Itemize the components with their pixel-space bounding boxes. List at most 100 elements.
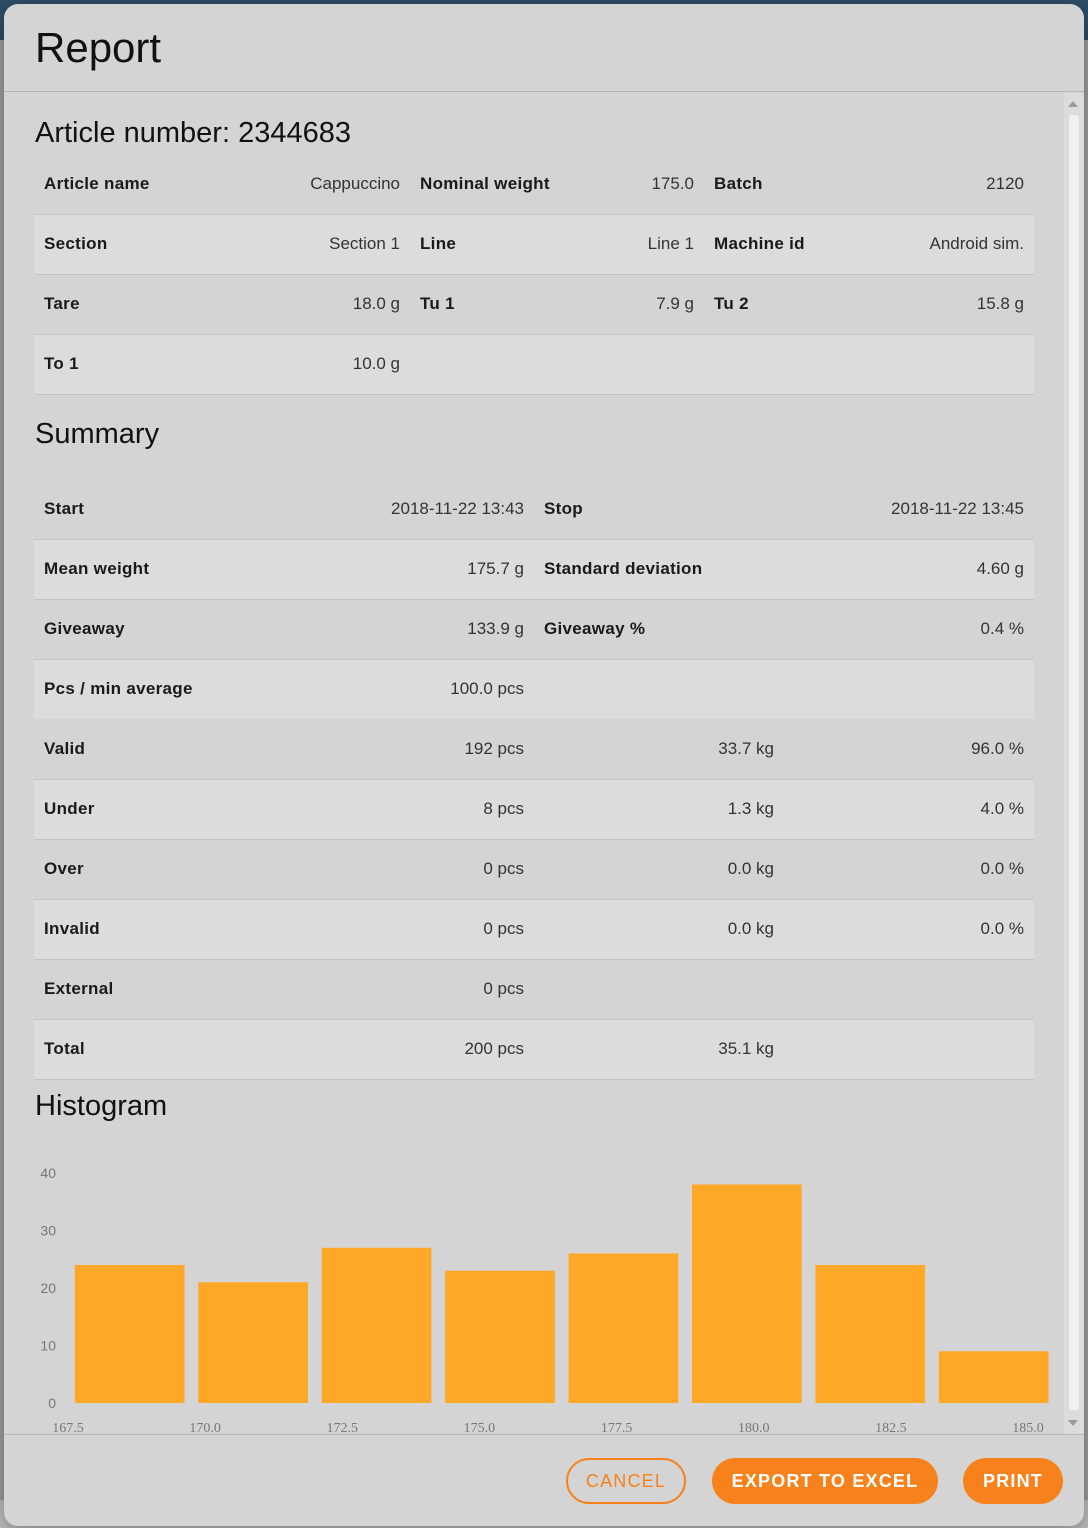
x-tick-label: 180.0: [738, 1421, 770, 1434]
field-value: 15.8 g: [864, 274, 1034, 335]
count-pieces: 0 pcs: [234, 839, 534, 900]
table-row: Start 2018-11-22 13:43 Stop 2018-11-22 13:4…: [34, 479, 1034, 540]
summary-count-table: Valid 192 pcs 33.7 kg 96.0 % Under 8 pcs 1.3 k…: [34, 719, 1034, 1080]
field-label: Nominal weight: [410, 154, 570, 215]
x-tick-label: 175.0: [464, 1421, 496, 1434]
table-row: Over 0 pcs 0.0 kg 0.0 %: [34, 839, 1034, 900]
dialog-title: Report: [35, 24, 162, 71]
histogram-chart: 0 10 20 30 40 167.5 170.0 172.5 175.0 177.5 180.0 1…: [40, 1165, 1049, 1434]
field-value: [864, 334, 1034, 395]
report-dialog: Report Article number: 2344683 Article n…: [4, 4, 1084, 1526]
content-scrollbar[interactable]: [1064, 93, 1084, 1434]
field-value: [734, 659, 1034, 720]
histogram-heading: Histogram: [35, 1090, 168, 1122]
count-percent: 4.0 %: [784, 779, 1034, 840]
field-value: 10.0 g: [194, 334, 410, 395]
table-row: Mean weight 175.7 g Standard deviation 4.60…: [34, 539, 1034, 600]
field-label: [410, 334, 570, 395]
y-tick-label: 10: [40, 1338, 56, 1354]
x-tick-label: 170.0: [189, 1421, 221, 1434]
table-row: Under 8 pcs 1.3 kg 4.0 %: [34, 779, 1034, 840]
y-tick-label: 40: [40, 1165, 56, 1181]
count-weight: 0.0 kg: [534, 899, 784, 960]
field-label: Machine id: [704, 214, 864, 275]
count-label: External: [34, 959, 234, 1020]
export-to-excel-button[interactable]: EXPORT TO EXCEL: [712, 1458, 938, 1504]
article-number-heading: Article number: 2344683: [35, 117, 351, 149]
field-label: Giveaway: [34, 599, 234, 660]
table-row: Invalid 0 pcs 0.0 kg 0.0 %: [34, 899, 1034, 960]
count-pieces: 200 pcs: [234, 1019, 534, 1080]
count-pieces: 8 pcs: [234, 779, 534, 840]
field-label: Standard deviation: [534, 539, 734, 600]
summary-heading: Summary: [35, 418, 160, 450]
report-content[interactable]: Article number: 2344683 Article name Capp…: [4, 93, 1064, 1434]
field-label: Start: [34, 479, 234, 540]
scrollbar-thumb[interactable]: [1069, 115, 1079, 1410]
x-tick-label: 167.5: [52, 1421, 84, 1434]
count-percent: 0.0 %: [784, 899, 1034, 960]
table-row: Total 200 pcs 35.1 kg: [34, 1019, 1034, 1080]
field-value: 7.9 g: [570, 274, 704, 335]
histogram-bar: [568, 1253, 679, 1403]
count-pieces: 192 pcs: [234, 719, 534, 780]
table-row: External 0 pcs: [34, 959, 1034, 1020]
field-value: 2018-11-22 13:43: [234, 479, 534, 540]
count-percent: 0.0 %: [784, 839, 1034, 900]
field-label: Pcs / min average: [34, 659, 234, 720]
count-weight: 33.7 kg: [534, 719, 784, 780]
scroll-down-arrow-icon[interactable]: [1068, 1420, 1078, 1426]
field-label: Line: [410, 214, 570, 275]
field-value: 133.9 g: [234, 599, 534, 660]
x-tick-label: 172.5: [327, 1421, 359, 1434]
y-tick-label: 0: [48, 1395, 56, 1411]
table-row: Tare 18.0 g Tu 1 7.9 g Tu 2 15.8 g: [34, 274, 1034, 335]
field-label: Tu 1: [410, 274, 570, 335]
histogram-bar: [938, 1351, 1049, 1403]
field-value: Android sim.: [864, 214, 1034, 275]
count-label: Valid: [34, 719, 234, 780]
count-label: Total: [34, 1019, 234, 1080]
field-value: 175.0: [570, 154, 704, 215]
y-tick-label: 30: [40, 1223, 56, 1239]
table-row: Section Section 1 Line Line 1 Machine id Andr…: [34, 214, 1034, 275]
table-row: Giveaway 133.9 g Giveaway % 0.4 %: [34, 599, 1034, 660]
count-weight: 1.3 kg: [534, 779, 784, 840]
field-label: Stop: [534, 479, 734, 540]
field-label: [704, 334, 864, 395]
field-label: Article name: [34, 154, 194, 215]
count-pieces: 0 pcs: [234, 959, 534, 1020]
summary-table: Start 2018-11-22 13:43 Stop 2018-11-22 13:4…: [34, 479, 1034, 720]
count-percent: [784, 959, 1034, 1020]
histogram-bar: [74, 1265, 185, 1403]
field-value: 4.60 g: [734, 539, 1034, 600]
count-weight: [534, 959, 784, 1020]
field-value: 18.0 g: [194, 274, 410, 335]
count-percent: 96.0 %: [784, 719, 1034, 780]
field-value: Cappuccino: [194, 154, 410, 215]
field-label: Section: [34, 214, 194, 275]
scroll-up-arrow-icon[interactable]: [1068, 101, 1078, 107]
y-tick-label: 20: [40, 1280, 56, 1296]
field-value: 2120: [864, 154, 1034, 215]
table-row: Pcs / min average 100.0 pcs: [34, 659, 1034, 720]
count-label: Over: [34, 839, 234, 900]
histogram-bar: [815, 1265, 926, 1403]
count-percent: [784, 1019, 1034, 1080]
field-value: Section 1: [194, 214, 410, 275]
x-tick-label: 177.5: [601, 1421, 633, 1434]
field-label: Tu 2: [704, 274, 864, 335]
count-weight: 0.0 kg: [534, 839, 784, 900]
field-label: Batch: [704, 154, 864, 215]
count-weight: 35.1 kg: [534, 1019, 784, 1080]
field-value: [570, 334, 704, 395]
table-row: To 1 10.0 g: [34, 334, 1034, 395]
histogram-bar: [692, 1184, 802, 1403]
print-button[interactable]: PRINT: [963, 1458, 1063, 1504]
count-pieces: 0 pcs: [234, 899, 534, 960]
dialog-footer: CANCEL EXPORT TO EXCEL PRINT: [4, 1434, 1084, 1526]
field-value: 2018-11-22 13:45: [734, 479, 1034, 540]
field-value: Line 1: [570, 214, 704, 275]
cancel-button[interactable]: CANCEL: [566, 1458, 686, 1504]
table-row: Article name Cappuccino Nominal weight 175.…: [34, 154, 1034, 215]
